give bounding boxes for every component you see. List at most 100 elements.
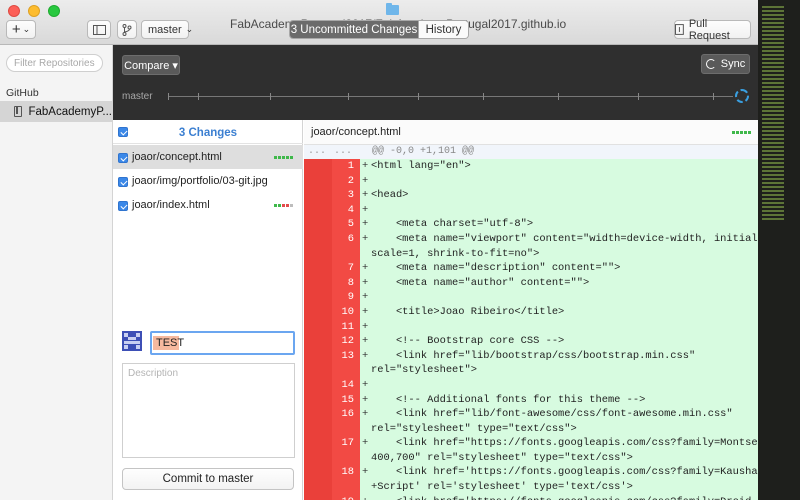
- close-window-button[interactable]: [8, 5, 20, 17]
- changed-file-row[interactable]: joaor/index.html: [113, 193, 303, 217]
- line-number: 8: [347, 276, 354, 289]
- chevron-down-icon: ⌄: [22, 24, 31, 34]
- commit-tick[interactable]: [168, 93, 169, 100]
- diff-line[interactable]: 2 +: [304, 174, 758, 189]
- filter-repositories-input[interactable]: [6, 54, 103, 72]
- diff-prefix: +: [362, 320, 369, 333]
- branch-select-label: master: [148, 23, 182, 36]
- changed-file-row[interactable]: joaor/img/portfolio/03-git.jpg: [113, 169, 303, 193]
- code-text: <html lang="en">: [371, 160, 471, 172]
- diff-line[interactable]: 14 +: [304, 378, 758, 393]
- diff-line[interactable]: 12 + <!-- Bootstrap core CSS -->: [304, 334, 758, 349]
- diff-line[interactable]: 15 + <!-- Additional fonts for this theme…: [304, 393, 758, 408]
- changed-file-row[interactable]: joaor/concept.html: [113, 145, 303, 169]
- include-file-checkbox[interactable]: [118, 201, 128, 211]
- commit-tick[interactable]: [418, 93, 419, 100]
- branch-icon: [122, 23, 132, 36]
- branch-select[interactable]: master ⌄: [141, 20, 193, 39]
- diff-line[interactable]: 10 + <title>Joao Ribeiro</title>: [304, 305, 758, 320]
- line-number: 10: [341, 305, 354, 318]
- diff-line[interactable]: 4 +: [304, 203, 758, 218]
- commit-timeline[interactable]: [168, 93, 733, 100]
- line-number: 1: [347, 160, 354, 172]
- line-number: 17: [341, 437, 354, 450]
- tab-uncommitted-changes[interactable]: 3 Uncommitted Changes: [290, 21, 418, 38]
- diff-line[interactable]: 8 + <meta name="author" content="">: [304, 276, 758, 291]
- folder-icon: [386, 3, 399, 15]
- diff-prefix: +: [362, 496, 368, 500]
- diff-prefix: +: [362, 349, 369, 362]
- pull-request-button[interactable]: Pull Request: [674, 18, 751, 42]
- commit-description-field[interactable]: [122, 363, 295, 458]
- diff-line[interactable]: 6 + <meta name="viewport" content="width=…: [304, 232, 758, 247]
- sidebar-toggle-button[interactable]: [87, 20, 111, 39]
- code-text: <link href="lib/font-awesome/css/font-aw…: [371, 408, 733, 421]
- diff-line[interactable]: 11 +: [304, 320, 758, 335]
- diff-line[interactable]: 5 + <meta charset="utf-8">: [304, 217, 758, 232]
- diff-line[interactable]: +Script' rel='stylesheet' type='text/css…: [304, 480, 758, 495]
- diff-line[interactable]: 400,700" rel="stylesheet" type="text/css…: [304, 451, 758, 466]
- pull-request-icon: [675, 24, 684, 35]
- diff-line[interactable]: 16 + <link href="lib/font-awesome/css/fon…: [304, 407, 758, 422]
- commit-tick[interactable]: [713, 93, 714, 100]
- plus-icon: +: [11, 21, 21, 38]
- diff-line[interactable]: 17 + <link href="https://fonts.googleapis…: [304, 436, 758, 451]
- diff-stat: [732, 131, 751, 134]
- sync-button[interactable]: Sync: [701, 54, 750, 74]
- diff-line[interactable]: 7 + <meta name="description" content="">: [304, 261, 758, 276]
- diff-prefix: +: [362, 305, 369, 318]
- diff-prefix: +: [362, 262, 369, 275]
- diff-line[interactable]: 3 + <head>: [304, 188, 758, 203]
- diff-prefix: +: [362, 276, 369, 289]
- commit-tick[interactable]: [638, 93, 639, 100]
- uncommitted-changes-marker[interactable]: [735, 89, 749, 103]
- code-text: <link href='https://fonts.googleapis.com…: [371, 496, 751, 500]
- diff-line[interactable]: rel="stylesheet" type="text/css">: [304, 422, 758, 437]
- minimize-window-button[interactable]: [28, 5, 40, 17]
- line-number: 11: [341, 320, 354, 333]
- commit-button[interactable]: Commit to master: [122, 468, 294, 490]
- diff-prefix: +: [362, 189, 369, 202]
- diff-line[interactable]: 9 +: [304, 290, 758, 305]
- diff-line[interactable]: 19 + <link href='https://fonts.googleapis…: [304, 495, 758, 500]
- hunk-header-text: @@ -0,0 +1,101 @@: [372, 146, 475, 157]
- compare-button[interactable]: Compare ▾: [122, 55, 180, 75]
- repositories-sidebar: GitHub FabAcademyP...: [0, 45, 113, 500]
- changed-file-name: joaor/concept.html: [132, 151, 222, 163]
- commit-tick[interactable]: [483, 93, 484, 100]
- branch-button[interactable]: [117, 20, 137, 39]
- diff-line[interactable]: rel="stylesheet">: [304, 363, 758, 378]
- commit-summary-input[interactable]: [150, 331, 295, 355]
- code-text: <head>: [371, 189, 409, 202]
- chevron-down-icon: ⌄: [185, 24, 194, 34]
- diff-line[interactable]: 18 + <link href='https://fonts.googleapis…: [304, 465, 758, 480]
- diff-file-name: joaor/concept.html: [311, 126, 401, 138]
- code-text: <meta name="author" content="">: [371, 276, 590, 289]
- sidebar-section-github: GitHub: [6, 87, 39, 99]
- code-text: <!-- Additional fonts for this theme -->: [371, 393, 646, 406]
- code-text: 400,700" rel="stylesheet" type="text/css…: [371, 451, 633, 464]
- add-button[interactable]: + ⌄: [6, 20, 36, 39]
- line-number: 13: [341, 349, 354, 362]
- include-file-checkbox[interactable]: [118, 153, 128, 163]
- hunk-old-line-number: ...: [307, 146, 326, 157]
- tab-history[interactable]: History: [418, 21, 468, 38]
- diff-line[interactable]: 13 + <link href="lib/bootstrap/css/bootst…: [304, 349, 758, 364]
- diff-line[interactable]: 1 + <html lang="en">: [304, 159, 758, 174]
- diff-prefix: +: [362, 232, 369, 245]
- line-number: 5: [347, 218, 354, 231]
- zoom-window-button[interactable]: [48, 5, 60, 17]
- commit-tick[interactable]: [198, 93, 199, 100]
- code-text: <!-- Bootstrap core CSS -->: [371, 335, 565, 348]
- commit-tick[interactable]: [270, 93, 271, 100]
- github-desktop-window: FabAcademyPortugal2017/FabAcademyPortuga…: [0, 0, 758, 500]
- changed-file-name: joaor/index.html: [132, 199, 210, 211]
- commit-tick[interactable]: [348, 93, 349, 100]
- diff-prefix: +: [362, 437, 369, 450]
- commit-tick[interactable]: [558, 93, 559, 100]
- include-file-checkbox[interactable]: [118, 177, 128, 187]
- diff-line[interactable]: scale=1, shrink-to-fit=no">: [304, 247, 758, 262]
- changes-pane: 3 Changes joaor/concept.html joaor/img/po…: [113, 120, 303, 500]
- code-text: scale=1, shrink-to-fit=no">: [371, 247, 540, 260]
- sidebar-item-repository[interactable]: FabAcademyP...: [0, 101, 112, 122]
